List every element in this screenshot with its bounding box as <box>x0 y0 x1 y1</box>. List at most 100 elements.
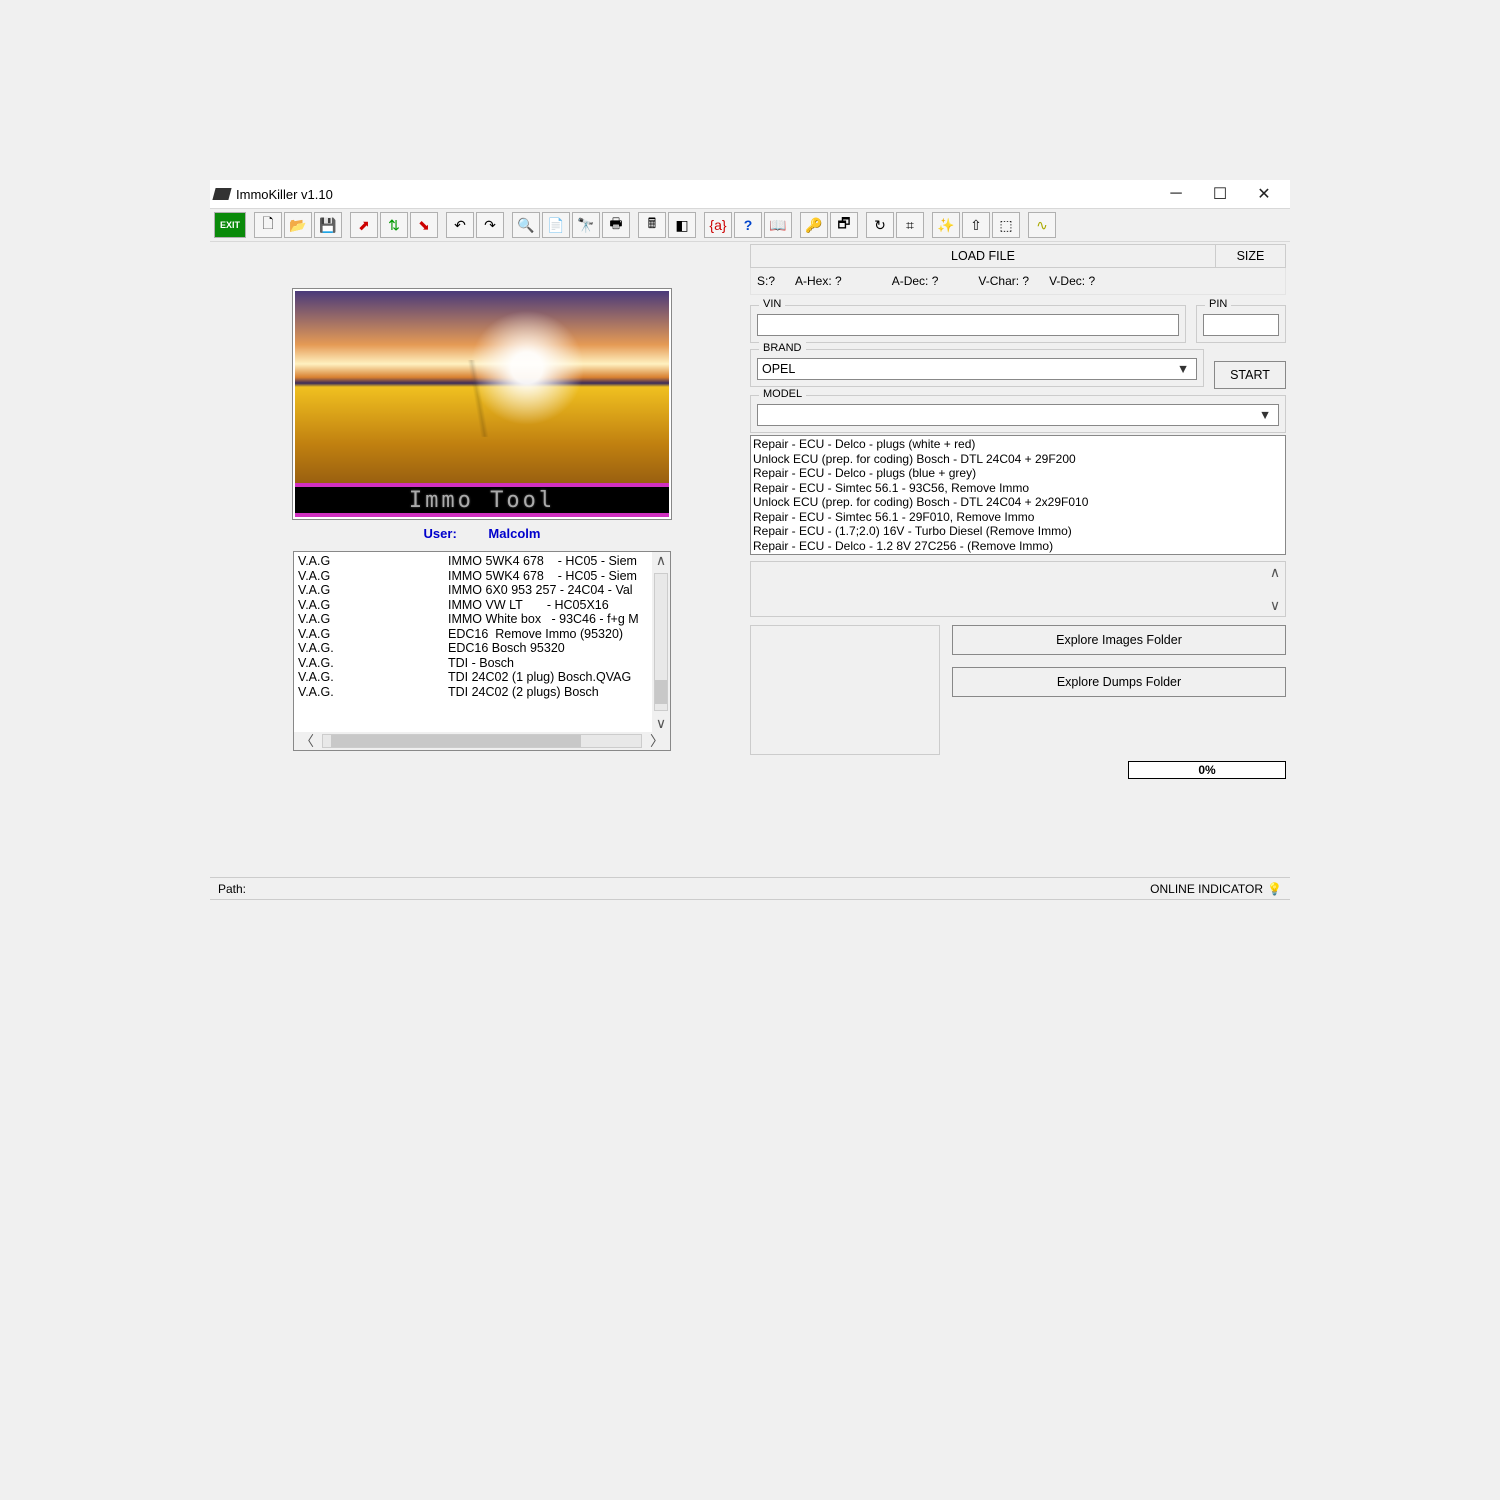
list-item[interactable]: V.A.GIMMO 5WK4 678 - HC05 - Siem <box>298 569 666 584</box>
splash-frame: Immo Tool <box>292 288 672 520</box>
info-s: S:? <box>757 274 775 288</box>
scrollbar-vertical[interactable]: ∧ ∨ <box>652 552 670 732</box>
start-button[interactable]: START <box>1214 361 1286 389</box>
model-option[interactable]: Repair - ECU - Simtec 56.1 - 93C56, Remo… <box>753 481 1283 496</box>
import-icon[interactable]: ⬈ <box>350 212 378 238</box>
chevron-down-icon: ▼ <box>1256 408 1274 422</box>
maximize-button[interactable]: ☐ <box>1198 180 1242 208</box>
explore-dumps-button[interactable]: Explore Dumps Folder <box>952 667 1286 697</box>
model-option[interactable]: Repair - ECU - Delco - plugs (white + re… <box>753 437 1283 452</box>
exit-button[interactable]: EXIT <box>214 212 246 238</box>
path-label: Path: <box>218 882 246 896</box>
model-dropdown-list[interactable]: Repair - ECU - Delco - plugs (white + re… <box>750 435 1286 555</box>
key-icon[interactable]: 🔑 <box>800 212 828 238</box>
replace-icon[interactable]: 📄 <box>542 212 570 238</box>
scroll-up-icon[interactable]: ∧ <box>1268 564 1282 581</box>
model-option[interactable]: Repair - ECU - Delco - 1.2 8V 27C256 - (… <box>753 539 1283 554</box>
redo-icon[interactable]: ↷ <box>476 212 504 238</box>
snake-icon[interactable]: ∿ <box>1028 212 1056 238</box>
close-button[interactable]: ✕ <box>1242 180 1286 208</box>
binoculars-icon[interactable]: 🔭 <box>572 212 600 238</box>
model-option[interactable]: Repair - ECU - Delco - plugs (blue + gre… <box>753 466 1283 481</box>
load-file-label: LOAD FILE <box>751 245 1215 267</box>
bulb-icon: 💡 <box>1267 882 1282 896</box>
select-icon[interactable]: ⬚ <box>992 212 1020 238</box>
titlebar: ImmoKiller v1.10 ─ ☐ ✕ <box>210 180 1290 208</box>
info-row: S:? A-Hex: ? A-Dec: ? V-Char: ? V-Dec: ? <box>750 268 1286 295</box>
list-item[interactable]: V.A.G.EDC16 Bosch 95320 <box>298 641 666 656</box>
window-icon[interactable]: ◧ <box>668 212 696 238</box>
minimize-button[interactable]: ─ <box>1154 180 1198 208</box>
brand-group: BRAND OPEL ▼ <box>750 349 1204 387</box>
transfer-icon[interactable]: ⇅ <box>380 212 408 238</box>
upload-icon[interactable]: ⇧ <box>962 212 990 238</box>
export-icon[interactable]: ⬊ <box>410 212 438 238</box>
splash-banner: Immo Tool <box>295 483 669 517</box>
toolbar: EXIT 🗋 📂 💾 ⬈ ⇅ ⬊ ↶ ↷ 🔍 📄 🔭 🖶 🖩 ◧ {a} ? 📖… <box>210 208 1290 242</box>
buffer-panel: ∧ ∨ <box>750 561 1286 617</box>
list-item[interactable]: V.A.GEDC16 Remove Immo (95320) <box>298 627 666 642</box>
brace-icon[interactable]: {a} <box>704 212 732 238</box>
scroll-down-icon[interactable]: ∨ <box>654 715 668 732</box>
size-label: SIZE <box>1215 245 1285 267</box>
model-option[interactable]: Repair - ECU - Simtec 56.1 - 29F010, Rem… <box>753 510 1283 525</box>
vin-field[interactable] <box>757 314 1179 336</box>
wizard-icon[interactable]: ✨ <box>932 212 960 238</box>
progress-value: 0% <box>1198 763 1215 777</box>
list-item[interactable]: V.A.G.TDI 24C02 (2 plugs) Bosch <box>298 685 666 700</box>
brand-value: OPEL <box>762 362 795 376</box>
user-line: User: Malcolm <box>424 526 541 541</box>
info-vdec: V-Dec: ? <box>1049 274 1095 288</box>
user-value: Malcolm <box>488 526 540 541</box>
chip-icon[interactable]: ⌗ <box>896 212 924 238</box>
model-option[interactable]: Repair - ECU - (1.7;2.0) 16V - Turbo Die… <box>753 524 1283 539</box>
vin-group: VIN <box>750 305 1186 343</box>
online-indicator-label: ONLINE INDICATOR <box>1150 882 1263 896</box>
model-option[interactable]: Unlock ECU (prep. for coding) Bosch - DT… <box>753 495 1283 510</box>
find-page-icon[interactable]: 🔍 <box>512 212 540 238</box>
model-combobox[interactable]: ▼ <box>757 404 1279 426</box>
preview-box <box>750 625 940 755</box>
brand-label: BRAND <box>759 342 806 354</box>
app-icon <box>212 188 231 200</box>
undo-icon[interactable]: ↶ <box>446 212 474 238</box>
explore-images-button[interactable]: Explore Images Folder <box>952 625 1286 655</box>
splash-image <box>295 291 669 483</box>
save-icon[interactable]: 💾 <box>314 212 342 238</box>
new-file-icon[interactable]: 🗋 <box>254 212 282 238</box>
refresh-icon[interactable]: ↻ <box>866 212 894 238</box>
list-item[interactable]: V.A.GIMMO 5WK4 678 - HC05 - Siem <box>298 554 666 569</box>
calculator-icon[interactable]: 🖩 <box>638 212 666 238</box>
info-vchar: V-Char: ? <box>978 274 1029 288</box>
scroll-right-icon[interactable]: 〉 <box>648 731 666 751</box>
pin-label: PIN <box>1205 298 1231 310</box>
scroll-left-icon[interactable]: 〈 <box>298 731 316 751</box>
list-item[interactable]: V.A.G.TDI 24C02 (1 plug) Bosch.QVAG <box>298 670 666 685</box>
chevron-down-icon: ▼ <box>1174 362 1192 376</box>
open-folder-icon[interactable]: 📂 <box>284 212 312 238</box>
vin-label: VIN <box>759 298 785 310</box>
book-icon[interactable]: 📖 <box>764 212 792 238</box>
list-item[interactable]: V.A.GIMMO White box - 93C46 - f+g M <box>298 612 666 627</box>
vehicle-listbox[interactable]: V.A.GIMMO 5WK4 678 - HC05 - SiemV.A.GIMM… <box>293 551 671 751</box>
list-item[interactable]: V.A.G.TDI - Bosch <box>298 656 666 671</box>
scrollbar-vertical[interactable]: ∧ ∨ <box>1267 564 1283 614</box>
user-label: User: <box>424 526 457 541</box>
print-icon[interactable]: 🖶 <box>602 212 630 238</box>
scrollbar-horizontal[interactable]: 〈 〉 <box>294 732 670 750</box>
statusbar: Path: ONLINE INDICATOR 💡 <box>210 877 1290 899</box>
model-option[interactable]: Unlock ECU (prep. for coding) Bosch - DT… <box>753 452 1283 467</box>
window-title: ImmoKiller v1.10 <box>236 187 333 202</box>
scroll-down-icon[interactable]: ∨ <box>1268 597 1282 614</box>
right-pane: LOAD FILE SIZE S:? A-Hex: ? A-Dec: ? V-C… <box>750 242 1290 867</box>
progress-bar: 0% <box>1128 761 1286 779</box>
pin-field[interactable] <box>1203 314 1279 336</box>
windows-icon[interactable]: 🗗 <box>830 212 858 238</box>
list-item[interactable]: V.A.GIMMO 6X0 953 257 - 24C04 - Val <box>298 583 666 598</box>
help-icon[interactable]: ? <box>734 212 762 238</box>
info-adec: A-Dec: ? <box>892 274 939 288</box>
scroll-up-icon[interactable]: ∧ <box>654 552 668 569</box>
brand-combobox[interactable]: OPEL ▼ <box>757 358 1197 380</box>
list-item[interactable]: V.A.GIMMO VW LT - HC05X16 <box>298 598 666 613</box>
model-label: MODEL <box>759 388 806 400</box>
